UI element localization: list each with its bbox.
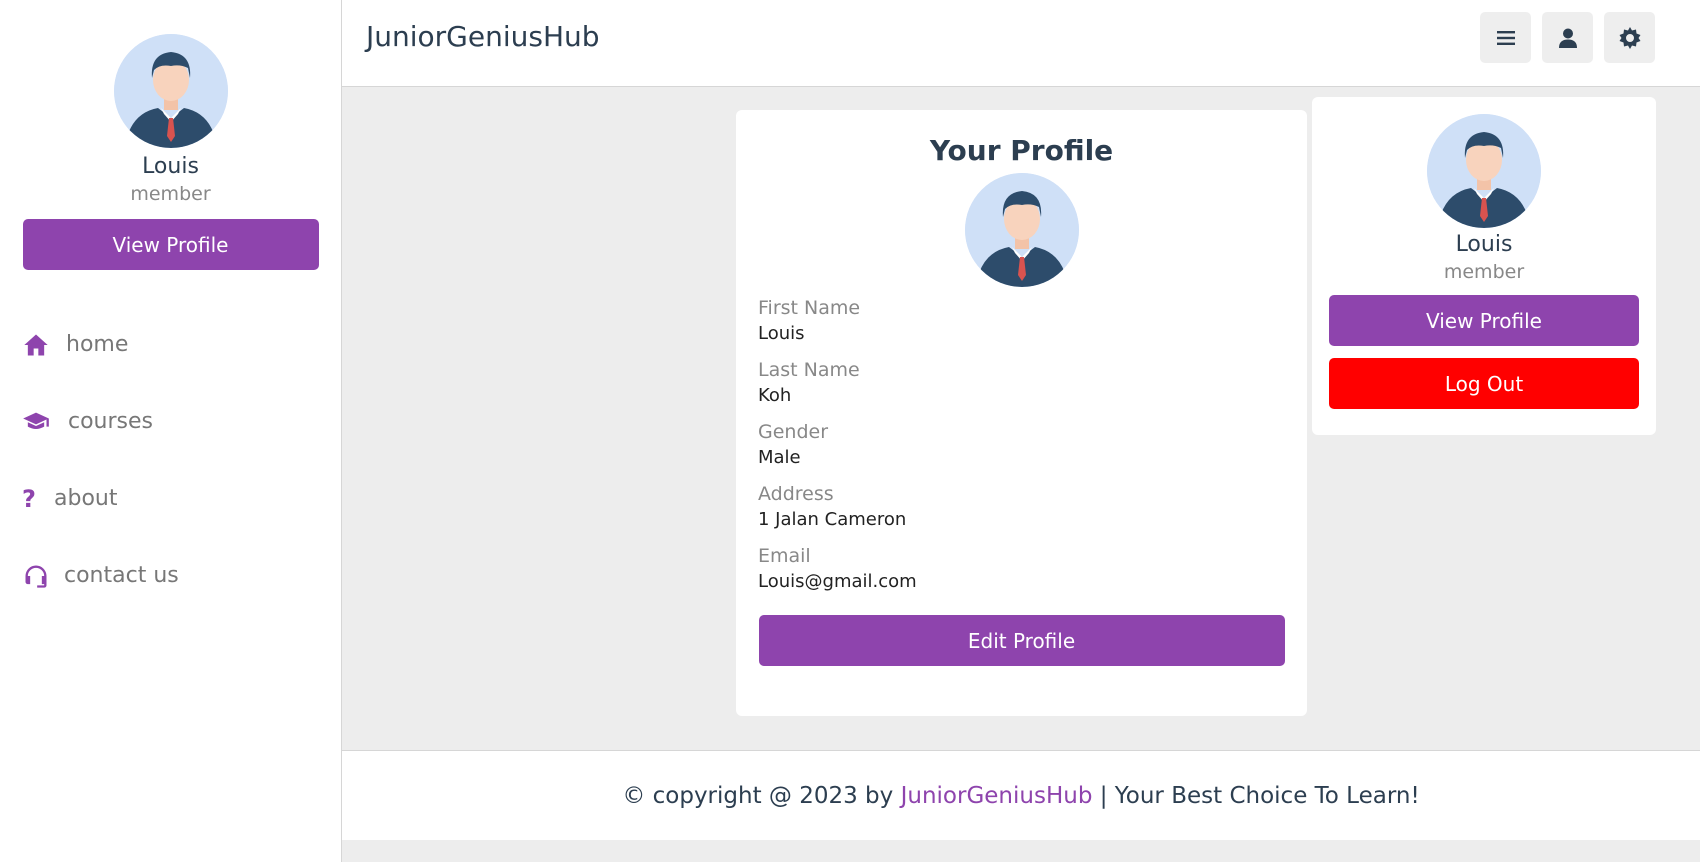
- settings-icon: [1618, 26, 1642, 50]
- sidebar-profile: Louis member View Profile: [0, 0, 341, 270]
- menu-icon: [1494, 26, 1518, 50]
- menu-button[interactable]: [1480, 12, 1531, 63]
- footer-prefix: © copyright @ 2023 by: [622, 782, 901, 809]
- sidebar-item-label: contact us: [64, 563, 179, 588]
- widget-user-role: member: [1443, 261, 1525, 283]
- sidebar: Louis member View Profile home courses ?…: [0, 0, 342, 862]
- footer-copyright: © copyright @ 2023 by JuniorGeniusHub | …: [622, 783, 1419, 809]
- field-label: Email: [758, 545, 811, 567]
- field-last-name: Last Name Koh: [758, 357, 1285, 409]
- field-value: Male: [758, 447, 801, 468]
- footer: © copyright @ 2023 by JuniorGeniusHub | …: [342, 750, 1700, 840]
- widget-view-profile-button[interactable]: View Profile: [1329, 295, 1639, 346]
- sidebar-item-label: home: [66, 332, 129, 357]
- sidebar-item-courses[interactable]: courses: [0, 383, 341, 460]
- logout-button[interactable]: Log Out: [1329, 358, 1639, 409]
- field-value: Koh: [758, 385, 792, 406]
- avatar: [113, 34, 228, 148]
- sidebar-user-name: Louis: [142, 154, 199, 179]
- widget-user-name: Louis: [1455, 232, 1513, 257]
- field-label: Last Name: [758, 359, 860, 381]
- top-header: JuniorGeniusHub: [342, 0, 1700, 87]
- headset-icon: [22, 562, 50, 590]
- app-logo[interactable]: JuniorGeniusHub: [366, 20, 600, 53]
- avatar: [1427, 114, 1541, 228]
- sidebar-user-role: member: [130, 183, 211, 205]
- field-first-name: First Name Louis: [758, 295, 1285, 347]
- field-value: Louis@gmail.com: [758, 571, 917, 592]
- sidebar-item-label: about: [54, 486, 118, 511]
- settings-button[interactable]: [1604, 12, 1655, 63]
- field-label: First Name: [758, 297, 861, 319]
- account-widget: Louis member View Profile Log Out: [1312, 97, 1656, 435]
- sidebar-item-label: courses: [68, 409, 154, 434]
- field-label: Gender: [758, 421, 829, 443]
- sidebar-item-about[interactable]: ? about: [0, 460, 341, 537]
- field-address: Address 1 Jalan Cameron: [758, 481, 1285, 533]
- field-value: Louis: [758, 323, 805, 344]
- question-icon: ?: [22, 484, 36, 513]
- edit-profile-button[interactable]: Edit Profile: [758, 615, 1285, 666]
- sidebar-view-profile-button[interactable]: View Profile: [22, 219, 319, 270]
- home-icon: [22, 331, 50, 359]
- user-button[interactable]: [1542, 12, 1593, 63]
- footer-brand-link[interactable]: JuniorGeniusHub: [901, 783, 1093, 809]
- field-email: Email Louis@gmail.com: [758, 543, 1285, 595]
- avatar: [964, 173, 1079, 287]
- profile-fields: First Name Louis Last Name Koh Gender Ma…: [736, 295, 1307, 595]
- sidebar-item-contact-us[interactable]: contact us: [0, 537, 341, 614]
- page-title: Your Profile: [929, 134, 1114, 167]
- sidebar-item-home[interactable]: home: [0, 306, 341, 383]
- field-value: 1 Jalan Cameron: [758, 509, 907, 530]
- graduation-cap-icon: [22, 408, 50, 436]
- footer-tagline: | Your Best Choice To Learn!: [1092, 782, 1420, 809]
- field-gender: Gender Male: [758, 419, 1285, 471]
- user-icon: [1556, 26, 1580, 50]
- field-label: Address: [758, 483, 834, 505]
- profile-card: Your Profile First Name Louis Last Name …: [736, 110, 1307, 716]
- sidebar-nav: home courses ? about contact us: [0, 306, 341, 614]
